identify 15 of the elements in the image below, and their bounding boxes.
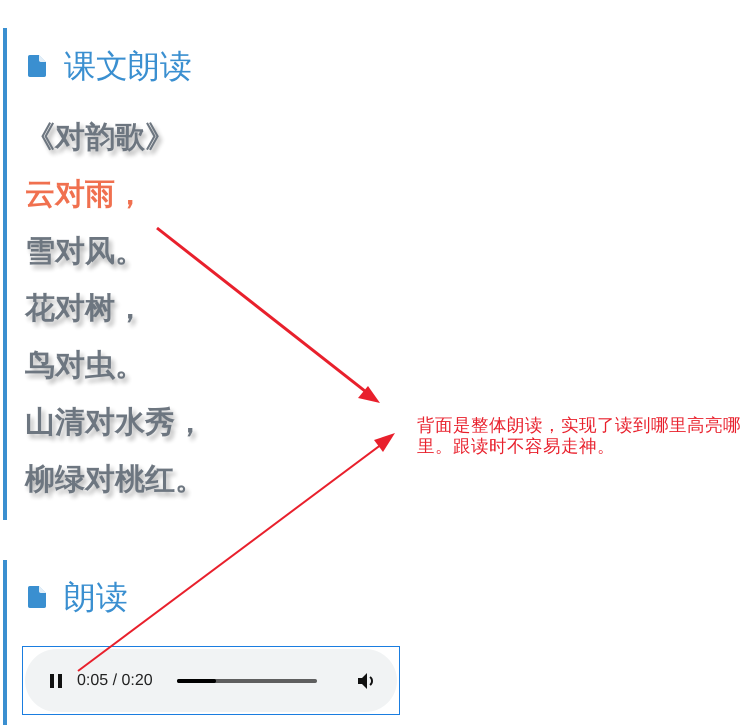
file-icon	[28, 586, 46, 608]
section-title: 朗读	[64, 577, 128, 617]
section-title: 课文朗读	[64, 46, 192, 86]
poem-line: 雪对风。	[24, 233, 145, 271]
poem-line: 山清对水秀，	[24, 404, 205, 442]
poem-line: 云对雨，	[24, 176, 145, 214]
time-display: 0:05 / 0:20	[77, 670, 153, 690]
poem-line: 《对韵歌》	[24, 119, 175, 157]
poem-line: 花对树，	[24, 290, 145, 328]
annotation-text: 背面是整体朗读，实现了读到哪里高亮哪里。跟读时不容易走神。	[417, 416, 742, 458]
poem-line: 柳绿对桃红。	[24, 461, 205, 499]
progress-track[interactable]	[176, 678, 317, 682]
file-icon	[28, 55, 46, 77]
pause-icon[interactable]	[49, 672, 63, 688]
poem-line: 鸟对虫。	[24, 347, 145, 385]
